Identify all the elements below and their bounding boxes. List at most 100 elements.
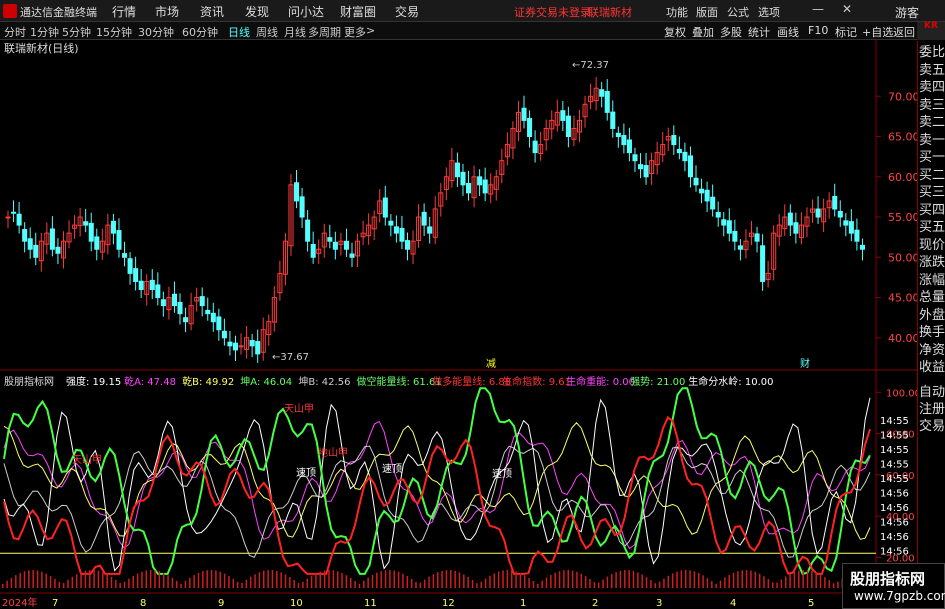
side-item-11[interactable]: 现价 [919,238,945,253]
tool-6[interactable]: 标记 [835,24,857,40]
candle [399,227,405,242]
side2-item-0[interactable]: 自动 [919,386,945,400]
bottom-bar [80,572,82,588]
bottom-bar [476,583,478,588]
bottom-bar [715,583,717,588]
candle [88,222,94,242]
tool-8[interactable]: 返回 [893,24,915,40]
bottom-bar [32,570,34,588]
guest-label[interactable]: 游客 [895,4,919,21]
bottom-bar [750,570,752,588]
date-label-4: 10 [290,598,303,609]
side-item-4[interactable]: 卖二 [919,116,945,130]
candle [94,236,100,250]
side-item-10[interactable]: 买五 [919,221,945,235]
side-item-15[interactable]: 外盘 [919,308,945,323]
right-menu-3[interactable]: 选项 [758,4,780,20]
side-item-6[interactable]: 买一 [919,151,945,165]
fin-mark: 财 [800,357,810,370]
bottom-bar [706,578,709,588]
main-chart[interactable]: 联瑞新材(日线) 70.00 65.00 60.00 55.00 50.00 45.00 4… [0,40,917,609]
right-menu-1[interactable]: 版面 [696,4,718,20]
bottom-bar [584,576,587,588]
side-item-9[interactable]: 买四 [919,203,945,218]
side-item-3[interactable]: 卖三 [919,98,945,113]
side2-item-2[interactable]: 交易 [919,420,945,434]
close-icon[interactable]: ✕ [842,2,852,16]
bottom-bar [332,570,335,588]
period-7[interactable]: 周线 [256,24,278,40]
bottom-bar [350,577,352,588]
price-label-6: 40.00 [888,332,917,345]
candle [393,226,399,234]
right-menu-0[interactable]: 功能 [666,4,688,20]
right-menu-2[interactable]: 公式 [727,4,749,20]
candle [737,245,743,250]
candle [726,220,732,234]
bottom-bar [484,578,487,588]
period-0[interactable]: 分时 [4,24,26,40]
menu-item-2[interactable]: 资讯 [200,3,224,20]
date-label-5: 11 [364,598,377,609]
menu-item-1[interactable]: 市场 [155,3,179,20]
period-8[interactable]: 月线 [284,24,306,40]
menu-item-0[interactable]: 行情 [112,3,136,20]
side-item-17[interactable]: 净资 [919,343,945,358]
more-chevron-icon[interactable]: > [366,24,375,37]
side-item-12[interactable]: 涨跌 [919,256,945,270]
candle [859,244,865,250]
menu-item-4[interactable]: 问小达 [288,3,324,20]
bottom-bar [519,572,522,588]
bottom-bar [415,582,417,588]
indicator-item-1: 乾A: 47.48 [124,375,176,388]
bottom-bar [145,570,148,588]
kr-badge: KR [917,22,945,40]
tool-3[interactable]: 统计 [748,24,770,40]
bottom-bar [67,579,69,588]
side-item-0[interactable]: 委比 [919,46,945,60]
menu-item-5[interactable]: 财富圈 [340,3,376,20]
tool-5[interactable]: F10 [808,24,828,37]
period-3[interactable]: 15分钟 [96,24,132,40]
side-item-2[interactable]: 卖四 [919,81,945,95]
side-item-18[interactable]: 收益 [919,361,945,375]
bottom-bar [132,575,134,588]
side-item-1[interactable]: 卖五 [919,63,945,78]
side2-item-1[interactable]: 注册 [919,403,945,417]
app-logo-icon [3,4,17,18]
side-item-8[interactable]: 买三 [919,186,945,200]
period-6[interactable]: 日线 [228,24,250,40]
bottom-bar [702,575,704,588]
tool-4[interactable]: 画线 [777,24,799,40]
side-item-13[interactable]: 涨幅 [919,273,945,288]
bottom-bar [2,584,4,588]
bottom-bar [202,571,204,588]
bottom-bar [54,578,56,588]
side-item-7[interactable]: 买二 [919,168,945,183]
side-item-14[interactable]: 总量 [919,291,945,305]
side-item-5[interactable]: 卖一 [919,133,945,148]
bottom-bar [811,570,813,588]
tool-1[interactable]: 叠加 [692,24,714,40]
side-item-16[interactable]: 换手 [919,326,945,340]
period-10[interactable]: 更多 [344,24,366,40]
tool-7[interactable]: +自选 [862,24,893,40]
tool-2[interactable]: 多股 [720,24,742,40]
period-1[interactable]: 1分钟 [30,24,59,40]
tool-0[interactable]: 复权 [664,24,686,40]
period-5[interactable]: 60分钟 [182,24,218,40]
period-9[interactable]: 多周期 [308,24,341,40]
menu-item-6[interactable]: 交易 [395,3,419,20]
menu-item-3[interactable]: 发现 [245,3,269,20]
candle [482,179,488,194]
app-title: 通达信金融终端 [20,6,97,19]
period-4[interactable]: 30分钟 [138,24,174,40]
period-2[interactable]: 5分钟 [62,24,91,40]
bottom-bar [423,579,426,588]
login-status[interactable]: 证券交易未登录 [514,4,591,20]
bottom-bar [545,577,548,588]
candle [83,221,89,226]
bottom-bar [576,571,578,588]
candle [699,188,705,194]
minimize-icon[interactable]: — [812,2,824,16]
